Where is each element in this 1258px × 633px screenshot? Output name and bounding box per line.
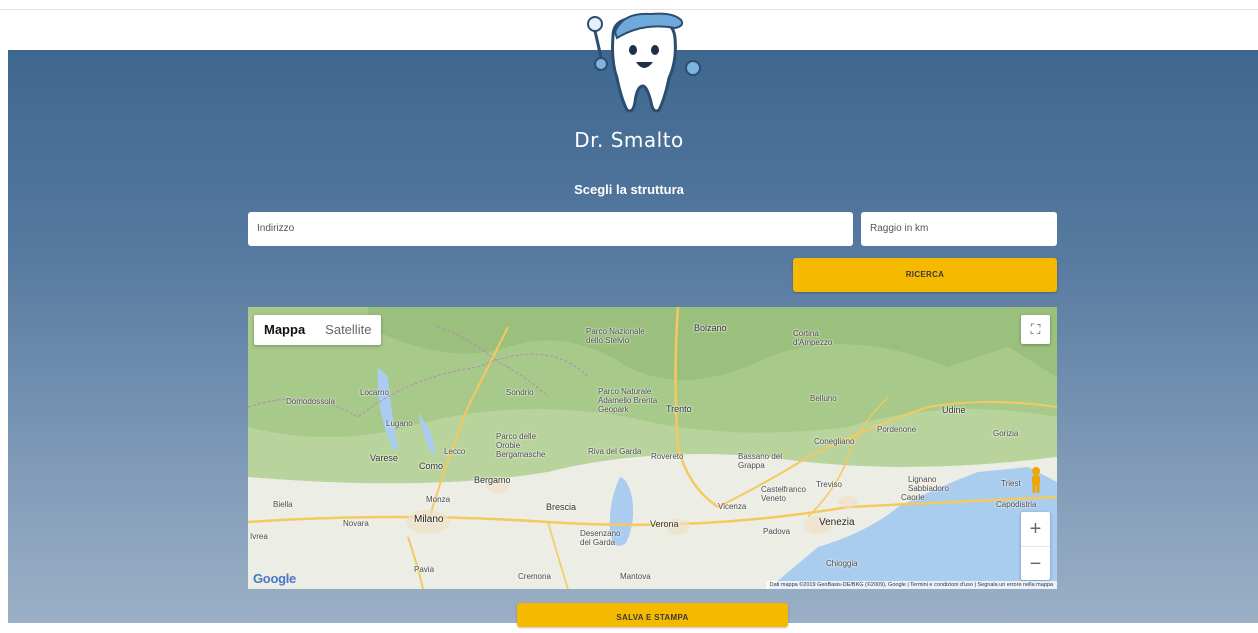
map-type-control: Mappa Satellite	[254, 315, 382, 345]
map-label-chioggia: Chioggia	[826, 559, 858, 568]
map-attribution[interactable]: Dati mappa ©2019 GeoBasis-DE/BKG (©2009)…	[765, 581, 1057, 589]
map-label-bolzano: Bolzano	[694, 323, 727, 333]
map-label-bassano: Bassano del Grappa	[738, 452, 783, 470]
map-label-stelvio: Parco Nazionale dello Stelvio	[586, 327, 645, 345]
map-widget[interactable]: Mappa Satellite ⛶ + − Bolzano Parco Nazi…	[248, 307, 1057, 589]
map-label-gorizia: Gorizia	[993, 429, 1019, 438]
map-label-treviso: Treviso	[816, 480, 842, 489]
map-label-verona: Verona	[650, 519, 679, 529]
map-label-brescia: Brescia	[546, 502, 577, 512]
map-label-desenzano: Desenzano del Garda	[580, 529, 621, 547]
map-label-monza: Monza	[426, 495, 451, 504]
map-label-mantova: Mantova	[620, 572, 651, 581]
map-type-satellite-button[interactable]: Satellite	[315, 315, 381, 345]
map-label-cortina: Cortina d'Ampezzo	[793, 329, 833, 347]
map-label-conegliano: Conegliano	[814, 437, 855, 446]
map-label-vicenza: Vicenza	[718, 502, 747, 511]
map-label-caorle: Caorle	[901, 493, 925, 502]
map-label-castelfranco: Castelfranco Veneto	[761, 485, 806, 503]
map-label-padova: Padova	[763, 527, 791, 536]
fullscreen-icon[interactable]: ⛶	[1021, 315, 1050, 344]
brand-name: Dr. Smalto	[574, 128, 684, 152]
map-label-bergamo: Bergamo	[474, 475, 511, 485]
radius-input[interactable]: Raggio in km	[861, 212, 1057, 246]
google-logo[interactable]: Google	[253, 571, 296, 586]
map-label-riva: Riva del Garda	[588, 447, 642, 456]
map-label-varese: Varese	[370, 453, 398, 463]
map-label-capodistria: Capodistria	[996, 500, 1037, 509]
map-label-como: Como	[419, 461, 444, 471]
map-terrain	[248, 307, 1057, 589]
map-label-udine: Udine	[942, 405, 966, 415]
map-label-lugano: Lugano	[386, 419, 413, 428]
map-label-adamello: Parco Naturale Adamello Brenta Geopark	[598, 387, 658, 414]
map-label-pordenone: Pordenone	[877, 425, 917, 434]
map-label-locarno: Locarno	[360, 388, 389, 397]
form-title: Scegli la struttura	[574, 182, 684, 197]
map-label-pavia: Pavia	[414, 565, 435, 574]
map-label-ivrea: Ivrea	[250, 532, 268, 541]
search-button[interactable]: RICERCA	[793, 258, 1057, 292]
map-label-orobie: Parco delle Orobie Bergamasche	[496, 432, 546, 459]
zoom-in-icon[interactable]: +	[1021, 512, 1050, 547]
map-label-sondrio: Sondrio	[506, 388, 534, 397]
map-label-trento: Trento	[666, 404, 692, 414]
map-label-domodossola: Domodossola	[286, 397, 335, 406]
map-label-venezia: Venezia	[819, 517, 855, 528]
map-label-cremona: Cremona	[518, 572, 551, 581]
map-label-milano: Milano	[414, 514, 444, 525]
map-label-biella: Biella	[273, 500, 293, 509]
map-label-novara: Novara	[343, 519, 369, 528]
zoom-out-icon[interactable]: −	[1021, 547, 1050, 581]
tooth-mascot-logo	[573, 6, 713, 116]
zoom-control: + −	[1021, 512, 1050, 580]
map-label-lecco: Lecco	[444, 447, 466, 456]
map-label-rovereto: Rovereto	[651, 452, 684, 461]
pegman-icon[interactable]	[1026, 465, 1046, 495]
map-label-lignano: Lignano Sabbiadoro	[908, 475, 949, 493]
map-label-belluno: Belluno	[810, 394, 837, 403]
save-print-button[interactable]: SALVA E STAMPA	[517, 603, 788, 627]
map-label-triest: Triest	[1001, 479, 1021, 488]
map-type-map-button[interactable]: Mappa	[254, 315, 315, 345]
address-input[interactable]: Indirizzo	[248, 212, 853, 246]
